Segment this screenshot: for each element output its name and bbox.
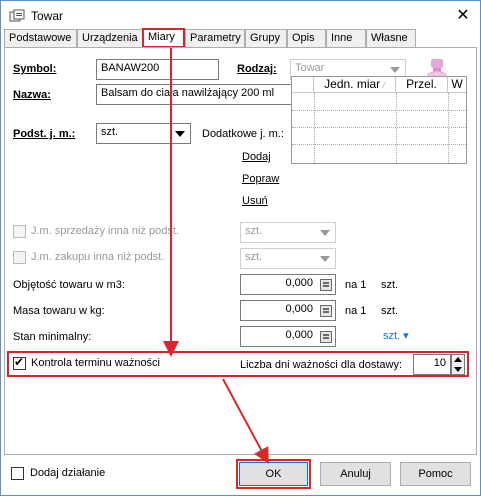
- kontrola-label: Kontrola terminu ważności: [31, 357, 161, 369]
- calculator-icon[interactable]: [320, 279, 332, 291]
- symbol-input[interactable]: BANAW200: [96, 59, 219, 80]
- window-title: Towar: [31, 9, 64, 23]
- product-icon: [9, 9, 25, 22]
- grid-row-divider: [292, 110, 466, 111]
- podst-jm-value: szt.: [101, 126, 119, 138]
- symbol-label: Symbol:: [13, 63, 57, 75]
- chevron-down-icon: [320, 230, 330, 236]
- podst-jm-label: Podst. j. m.:: [13, 128, 76, 140]
- tab-urzadzenia[interactable]: Urządzenia: [77, 29, 143, 47]
- objetosc-value: 0,000: [285, 277, 313, 289]
- sort-icon: ⁄: [383, 81, 385, 90]
- usun-link[interactable]: Usuń: [242, 195, 268, 207]
- tab-opis[interactable]: Opis: [287, 29, 326, 47]
- objetosc-na: na 1: [345, 279, 367, 291]
- grid-header-w[interactable]: W: [448, 77, 466, 93]
- chevron-down-icon: [390, 67, 400, 73]
- stan-minimalny-input[interactable]: 0,000: [240, 326, 336, 347]
- masa-input[interactable]: 0,000: [240, 300, 336, 321]
- objetosc-input[interactable]: 0,000: [240, 274, 336, 295]
- zakupu-checkbox[interactable]: [13, 251, 26, 264]
- rodzaj-value: Towar: [295, 62, 325, 74]
- calculator-icon[interactable]: [320, 305, 332, 317]
- grid-row-divider: [292, 127, 466, 128]
- grid-row-divider: [292, 144, 466, 145]
- zakupu-value: szt.: [245, 251, 263, 263]
- additional-units-grid[interactable]: Jedn. miar ⁄ Przel. W: [291, 76, 467, 164]
- podst-jm-select[interactable]: szt.: [96, 123, 191, 144]
- dodatkowe-jm-label: Dodatkowe j. m.:: [202, 128, 284, 140]
- grid-col-divider: [396, 93, 397, 163]
- stan-minimalny-value: 0,000: [285, 329, 313, 341]
- calculator-icon[interactable]: [320, 331, 332, 343]
- ok-button[interactable]: OK: [239, 462, 308, 486]
- grid-header-jedn-miar[interactable]: Jedn. miar ⁄: [314, 77, 396, 93]
- grid-col-divider: [314, 93, 315, 163]
- tab-grupy[interactable]: Grupy: [245, 29, 287, 47]
- rodzaj-label: Rodzaj:: [237, 63, 277, 75]
- dodaj-dzialanie-label: Dodaj działanie: [30, 467, 106, 479]
- sprzedazy-select[interactable]: szt.: [240, 222, 336, 243]
- masa-unit: szt.: [381, 305, 399, 317]
- masa-label: Masa towaru w kg:: [13, 305, 105, 317]
- tab-parametry[interactable]: Parametry: [185, 29, 245, 47]
- nazwa-label: Nazwa:: [13, 89, 51, 101]
- grid-header-przel[interactable]: Przel.: [396, 77, 448, 93]
- title-bar: Towar ✕: [1, 1, 480, 31]
- kontrola-checkbox[interactable]: [13, 355, 26, 370]
- spin-up-icon[interactable]: [454, 357, 462, 362]
- tab-podstawowe[interactable]: Podstawowe: [4, 29, 77, 47]
- zakupu-select[interactable]: szt.: [240, 248, 336, 269]
- grid-col-divider: [448, 93, 449, 163]
- tab-inne[interactable]: Inne: [326, 29, 366, 47]
- masa-value: 0,000: [285, 303, 313, 315]
- zakupu-label: J.m. zakupu inna niż podst.: [31, 251, 165, 263]
- chevron-down-icon: [175, 131, 185, 137]
- objetosc-unit: szt.: [381, 279, 399, 291]
- sprzedazy-label: J.m. sprzedaży inna niż podst.: [31, 225, 179, 237]
- grid-header-jedn-miar-label: Jedn. miar: [324, 77, 381, 91]
- anuluj-button[interactable]: Anuluj: [320, 462, 391, 486]
- grid-corner-header: [292, 77, 314, 93]
- dodaj-link[interactable]: Dodaj: [242, 151, 271, 163]
- close-icon[interactable]: ✕: [452, 5, 474, 27]
- dodaj-dzialanie-checkbox[interactable]: [11, 467, 24, 480]
- sprzedazy-checkbox[interactable]: [13, 225, 26, 238]
- liczba-dni-spinner[interactable]: [451, 354, 465, 375]
- objetosc-label: Objętość towaru w m3:: [13, 279, 125, 291]
- liczba-dni-input[interactable]: 10: [413, 354, 451, 375]
- chevron-down-icon: [320, 256, 330, 262]
- spin-down-icon[interactable]: [454, 367, 462, 372]
- tab-wlasne[interactable]: Własne: [366, 29, 416, 47]
- towar-dialog: Towar ✕ Podstawowe Urządzenia Miary Para…: [0, 0, 481, 496]
- stan-unit-link[interactable]: szt. ▾: [383, 329, 409, 342]
- popraw-link[interactable]: Popraw: [242, 173, 279, 185]
- masa-na: na 1: [345, 305, 367, 317]
- liczba-dni-label: Liczba dni ważności dla dostawy:: [240, 359, 403, 371]
- pomoc-button[interactable]: Pomoc: [400, 462, 471, 486]
- stan-minimalny-label: Stan minimalny:: [13, 331, 92, 343]
- tab-miary[interactable]: Miary: [143, 28, 185, 48]
- sprzedazy-value: szt.: [245, 225, 263, 237]
